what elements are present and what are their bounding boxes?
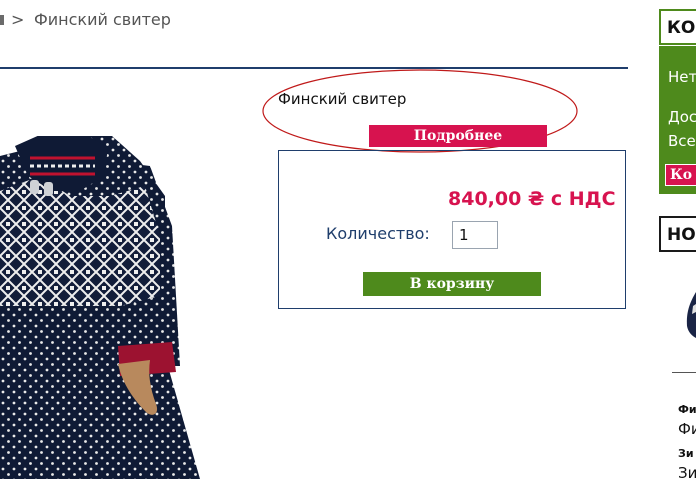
cart-status-text: Нет [668,68,696,86]
new-item-thumbnail[interactable] [684,292,696,338]
cart-checkout-button[interactable]: Ко [665,164,696,186]
cart-heading: КО [659,9,696,45]
new-item-category: Фи [678,403,696,416]
product-image[interactable] [0,136,200,479]
quantity-input[interactable] [452,221,498,249]
product-price: 840,00 ₴ с НДС [448,188,616,210]
new-item-link[interactable]: Фи [678,420,696,438]
cart-total-text: Все [668,132,696,150]
cart-delivery-text: Дос [668,108,696,126]
breadcrumb-truncated-link[interactable] [0,15,4,25]
add-to-cart-button[interactable]: В корзину [363,272,541,296]
cart-panel: Нет Дос Все Ко [659,46,696,194]
breadcrumb-separator: > [11,10,25,29]
quantity-label: Количество: [326,224,430,243]
new-items-heading: НО [659,216,696,252]
sidebar-divider [672,372,696,373]
new-item-link[interactable]: Зи [678,464,696,482]
new-item-category: Зи [678,447,694,460]
breadcrumb-current: Финский свитер [34,10,171,29]
details-button[interactable]: Подробнее [369,125,547,147]
